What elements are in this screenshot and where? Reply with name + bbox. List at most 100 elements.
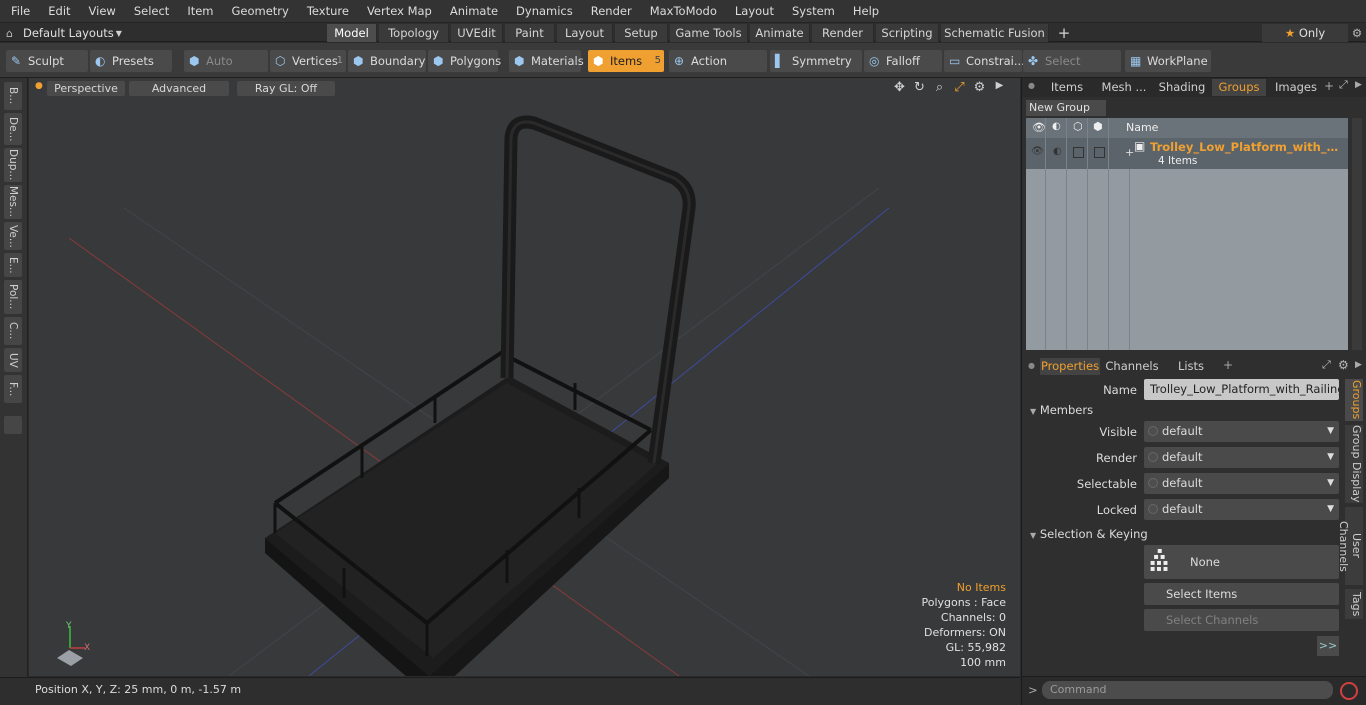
left-tab-extra[interactable] [4,416,22,434]
layouts-selector[interactable]: ⌂ Default Layouts ▼ [6,23,122,43]
tab-mesh[interactable]: Mesh ... [1096,79,1152,96]
panel-menu-dot[interactable]: ● [1028,81,1035,90]
falloff-button[interactable]: ◎ Falloff [864,50,942,72]
left-tab-1[interactable]: De... [4,113,22,145]
3d-viewport[interactable]: Y X ● Perspective Advanced Ray GL: Off ✥… [29,78,1020,676]
list-scrollbar[interactable] [1352,118,1362,350]
select-channels-button[interactable]: Select Channels [1144,609,1339,631]
rotate-view-icon[interactable]: ↻ [913,80,926,95]
left-tab-3[interactable]: Mes... [4,185,22,219]
panel-menu-dot[interactable]: ● [1028,361,1035,370]
name-column-header[interactable]: Name [1126,121,1158,134]
menu-animate[interactable]: Animate [441,0,507,22]
layout-home-icon[interactable]: ⌂ [6,27,13,40]
groups-list[interactable]: 👁 ◐ ⬡ ⬢ Name 👁 ◐ + ▣ Trolley_Low_Platfor… [1026,118,1348,350]
new-group-button[interactable]: New Group [1026,100,1106,116]
add-panel-tab-button[interactable]: + [1324,79,1334,93]
boundary-button[interactable]: ⬢ Boundary [348,50,426,72]
left-tab-6[interactable]: Pol... [4,280,22,314]
sculpt-button[interactable]: ✎ Sculpt [6,50,88,72]
left-tab-9[interactable]: F... [4,375,22,403]
menu-item[interactable]: Item [178,0,222,22]
expand-plus-icon[interactable]: + [1125,146,1134,159]
keying-none-button[interactable]: ▪ ▪▪ ▪▪▪ ▪▪▪ None [1144,545,1339,579]
gear-icon[interactable]: ⚙ [1348,23,1366,43]
select-checkbox[interactable] [1094,147,1105,158]
items-button[interactable]: ⬢ Items 5 [588,50,664,72]
visible-dropdown[interactable]: default ▼ [1144,421,1339,442]
constrai-button[interactable]: ▭ Constrai... [944,50,1025,72]
tab-topology[interactable]: Topology [379,24,449,42]
gear-icon[interactable]: ⚙ [1338,358,1349,372]
tab-uvedit[interactable]: UVEdit [451,24,503,42]
menu-file[interactable]: File [0,0,39,22]
lock-checkbox[interactable] [1073,147,1084,158]
members-header[interactable]: ▼ Members [1030,403,1093,417]
tab-channels[interactable]: Channels [1102,358,1162,375]
menu-edit[interactable]: Edit [39,0,79,22]
workplane-button[interactable]: ▦ WorkPlane [1125,50,1211,72]
more-button[interactable]: >> [1317,636,1339,656]
tab-model[interactable]: Model [327,24,377,42]
tab-items[interactable]: Items [1040,79,1094,96]
menu-maxtomodo[interactable]: MaxToModo [641,0,726,22]
group-name[interactable]: Trolley_Low_Platform_with_Rail... [1150,140,1344,154]
panel-arrow-icon[interactable]: ▶ [1355,80,1362,90]
tab-animate[interactable]: Animate [750,24,810,42]
menu-view[interactable]: View [80,0,125,22]
add-prop-tab-button[interactable]: + [1223,358,1233,372]
vertices-button[interactable]: ⬡ Vertices 1 [270,50,346,72]
tab-groups[interactable]: Groups [1212,79,1266,96]
expand-icon[interactable]: ⤢ [1322,358,1331,372]
left-tab-4[interactable]: Ve... [4,222,22,250]
left-tab-0[interactable]: B... [4,82,22,110]
left-tab-8[interactable]: UV [4,348,22,372]
group-row[interactable]: 👁 ◐ + ▣ Trolley_Low_Platform_with_Rail..… [1026,138,1348,169]
only-toggle[interactable]: ★ Only [1262,24,1348,42]
perspective-button[interactable]: Perspective [47,81,125,96]
symmetry-button[interactable]: ▌ Symmetry [770,50,862,72]
menu-texture[interactable]: Texture [298,0,358,22]
move-view-icon[interactable]: ✥ [893,80,906,95]
tab-paint[interactable]: Paint [505,24,555,42]
menu-vertex-map[interactable]: Vertex Map [358,0,441,22]
tab-lists[interactable]: Lists [1164,358,1218,375]
menu-render[interactable]: Render [582,0,641,22]
tab-game-tools[interactable]: Game Tools [670,24,748,42]
side-tab-groups[interactable]: Groups [1345,379,1363,421]
record-icon[interactable] [1340,682,1358,700]
zoom-view-icon[interactable]: ⌕ [933,80,946,95]
command-input[interactable]: Command [1042,681,1333,699]
visibility-toggle-icon[interactable]: 👁 [1031,146,1044,157]
tab-shading[interactable]: Shading [1154,79,1210,96]
name-field[interactable]: Trolley_Low_Platform_with_Railing (3) [1144,379,1339,400]
play-icon[interactable]: ▶ [993,80,1006,95]
action-center-button[interactable]: ⊕Action Center [669,50,767,90]
lock-cube-icon[interactable]: ⬡ [1073,120,1083,133]
menu-system[interactable]: System [783,0,844,22]
expand-icon[interactable]: ⤢ [1339,78,1348,92]
menu-dynamics[interactable]: Dynamics [507,0,582,22]
auto-select-button[interactable]: ⬢Auto Select [184,50,268,90]
render-toggle-icon[interactable]: ◐ [1053,146,1062,157]
selectable-dropdown[interactable]: default ▼ [1144,473,1339,494]
menu-layout[interactable]: Layout [726,0,783,22]
tab-properties[interactable]: Properties [1040,358,1100,375]
tab-scripting[interactable]: Scripting [876,24,939,42]
left-tab-2[interactable]: Dup... [4,148,22,182]
tab-layout[interactable]: Layout [557,24,613,42]
add-tab-button[interactable]: + [1054,24,1074,42]
side-tab-user-channels[interactable]: User Channels [1337,507,1363,585]
side-tab-tags[interactable]: Tags [1345,589,1363,619]
eye-icon[interactable]: 👁 [1032,121,1046,134]
tab-schematic-fusion[interactable]: Schematic Fusion [941,24,1049,42]
tab-render[interactable]: Render [812,24,874,42]
render-icon[interactable]: ◐ [1052,121,1061,132]
viewport-menu-dot[interactable]: ● [35,81,43,91]
materials-button[interactable]: ⬢ Materials [509,50,584,72]
tab-setup[interactable]: Setup [615,24,668,42]
side-tab-group-display[interactable]: Group Display [1345,425,1363,503]
gear-icon[interactable]: ⚙ [973,80,986,95]
scene-canvas[interactable] [29,78,1020,676]
tab-images[interactable]: Images [1268,79,1324,96]
